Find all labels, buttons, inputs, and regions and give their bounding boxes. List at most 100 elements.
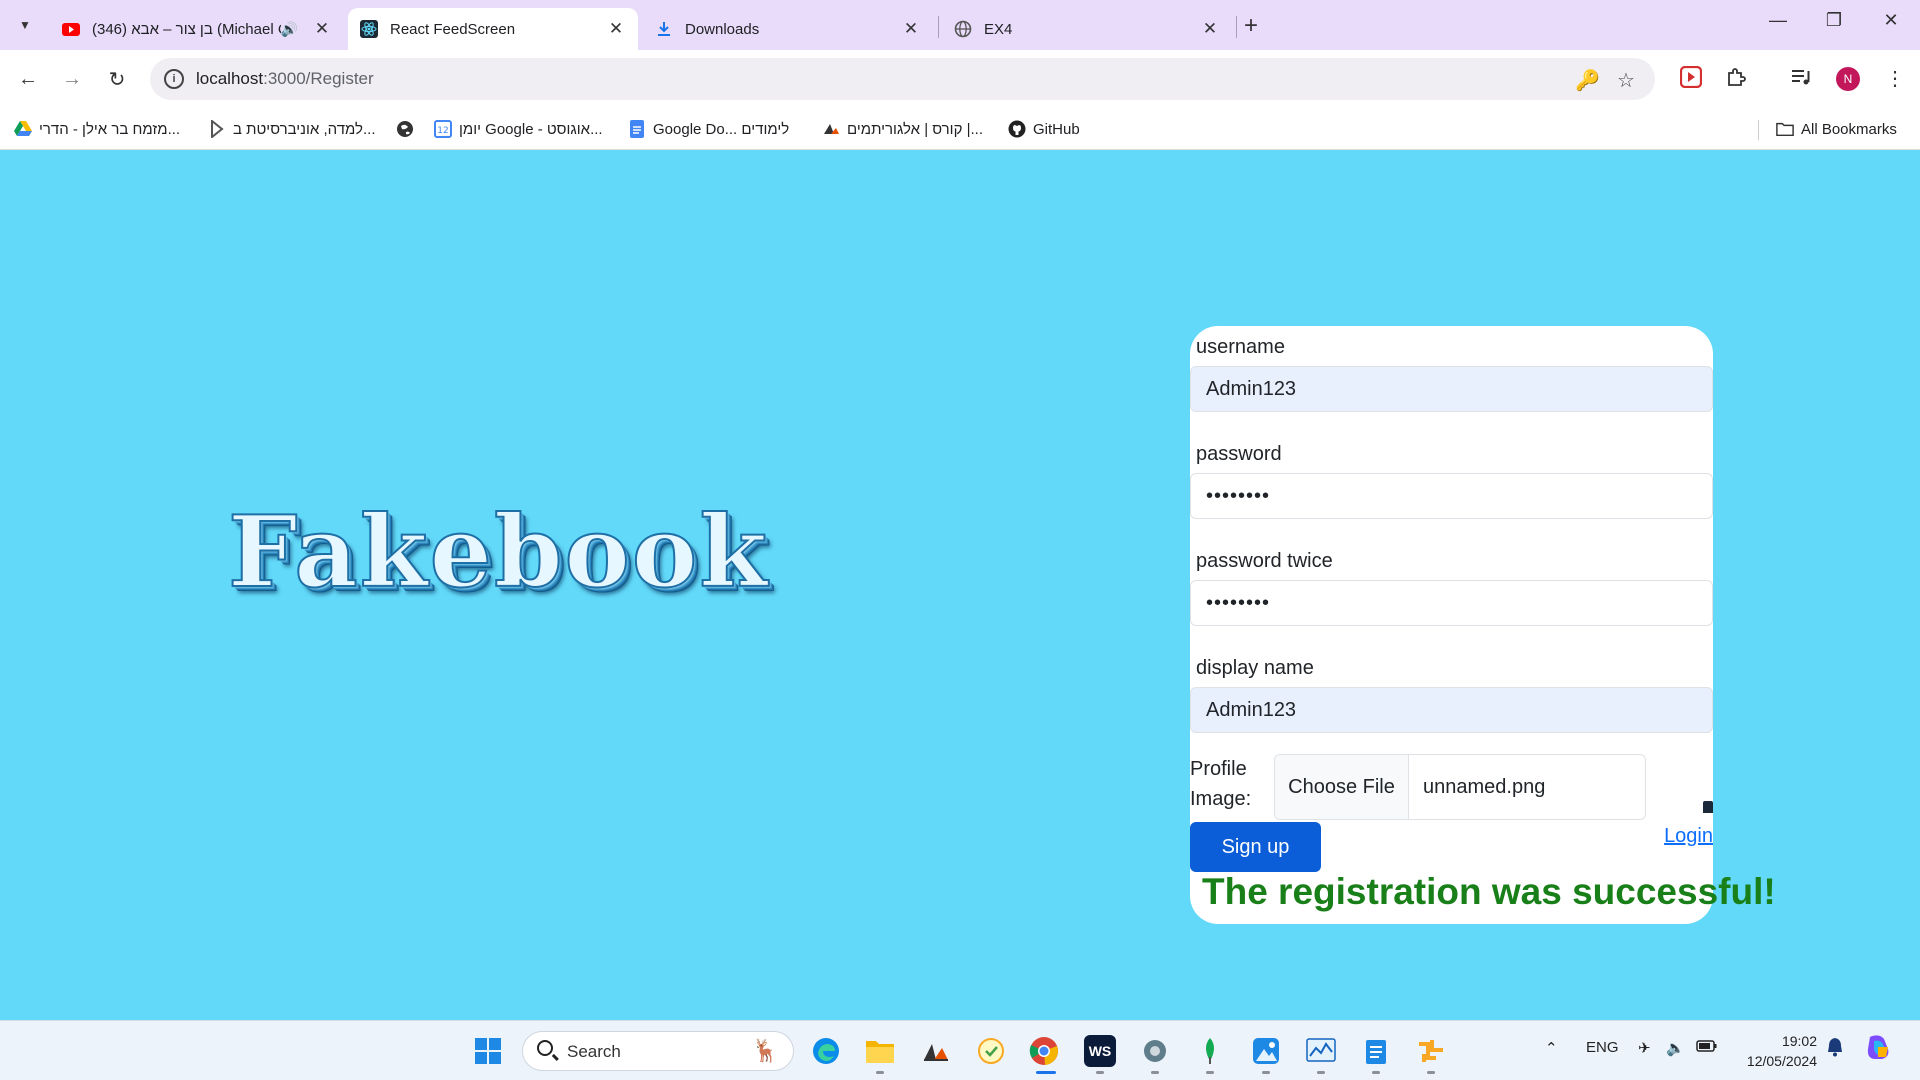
puzzle-icon[interactable] <box>1725 66 1747 94</box>
running-indicator <box>1372 1071 1380 1074</box>
tab-title: EX4 <box>984 20 1013 38</box>
settings-gear-icon[interactable] <box>1139 1035 1171 1067</box>
tab-strip: ▼ (346) בן צור – אבא (Michael Cohen 🔊 ✕ … <box>0 0 1920 50</box>
file-explorer-icon[interactable] <box>864 1035 896 1067</box>
chevron-up-icon[interactable]: ⌃ <box>1545 1039 1558 1057</box>
reload-button[interactable]: ↻ <box>102 64 132 94</box>
clock-app-icon[interactable] <box>975 1035 1007 1067</box>
close-icon[interactable]: ✕ <box>1200 19 1220 39</box>
active-indicator <box>1036 1071 1056 1074</box>
notification-bell-icon[interactable] <box>1826 1037 1844 1061</box>
language-indicator[interactable]: ENG <box>1586 1039 1619 1056</box>
close-icon[interactable]: ✕ <box>901 19 921 39</box>
bookmark-label: Google Do... לימודים <box>653 120 790 138</box>
display-name-field[interactable] <box>1190 687 1713 733</box>
tab-title: (346) בן צור – אבא (Michael Cohen <box>92 20 281 38</box>
kebab-menu-icon[interactable]: ⋮ <box>1885 66 1905 91</box>
chrome-icon[interactable] <box>1028 1035 1060 1067</box>
bookmark-item[interactable]: למדה, אוניברסיטת ב... <box>208 116 376 142</box>
react-icon <box>360 20 378 38</box>
running-indicator <box>1096 1071 1104 1074</box>
speaker-icon[interactable]: 🔊 <box>281 21 298 38</box>
restore-button[interactable]: ❐ <box>1814 10 1854 31</box>
running-indicator <box>1262 1071 1270 1074</box>
battery-icon[interactable] <box>1696 1039 1718 1057</box>
photos-icon[interactable] <box>1250 1035 1282 1067</box>
google-docs-icon <box>628 120 646 138</box>
copilot-icon[interactable] <box>1864 1033 1894 1067</box>
moodle-icon <box>208 120 226 138</box>
url-text[interactable]: localhost:3000/Register <box>196 69 374 89</box>
pipes-app-icon[interactable] <box>1415 1035 1447 1067</box>
key-icon[interactable]: 🔑 <box>1575 68 1600 93</box>
system-clock[interactable]: 19:02 12/05/2024 <box>1735 1031 1817 1071</box>
bookmark-item[interactable]: Google Do... לימודים <box>628 116 789 142</box>
bookmark-label: קורס | אלגוריתמים |... <box>847 120 984 138</box>
mongodb-icon[interactable] <box>1194 1035 1226 1067</box>
back-button[interactable]: ← <box>13 64 43 94</box>
bookmark-item[interactable] <box>396 116 421 142</box>
webstorm-icon[interactable]: WS <box>1084 1035 1116 1067</box>
media-control-icon[interactable] <box>1790 66 1812 94</box>
extension-red-icon[interactable] <box>1679 65 1703 94</box>
window-close-button[interactable]: ✕ <box>1871 10 1911 31</box>
tab-separator <box>1236 16 1237 38</box>
running-indicator <box>876 1071 884 1074</box>
register-form: username password password twice display… <box>1190 326 1776 924</box>
bookmark-item[interactable]: מזמח בר אילן - הדרי... <box>14 116 180 142</box>
app-icon-triangle[interactable] <box>920 1035 952 1067</box>
fakebook-logo: Fakebook <box>227 494 770 611</box>
google-drive-icon <box>14 120 32 138</box>
password-twice-field[interactable] <box>1190 580 1713 626</box>
sign-up-button[interactable]: Sign up <box>1190 822 1321 872</box>
choose-file-button[interactable]: Choose File <box>1275 755 1409 819</box>
download-icon <box>655 20 673 38</box>
file-name: unnamed.png <box>1423 775 1546 798</box>
tab-title: React FeedScreen <box>390 20 516 38</box>
star-icon[interactable]: ☆ <box>1617 68 1635 93</box>
all-bookmarks-button[interactable]: All Bookmarks <box>1776 116 1897 142</box>
tab-ex4[interactable]: EX4 ✕ <box>942 8 1232 50</box>
running-indicator <box>1206 1071 1214 1074</box>
profile-avatar[interactable]: N <box>1836 67 1860 91</box>
address-bar[interactable]: i localhost:3000/Register 🔑 ☆ <box>150 58 1655 100</box>
forward-button[interactable]: → <box>57 64 87 94</box>
bookmarks-separator <box>1758 120 1759 140</box>
tab-search-button[interactable]: ▼ <box>10 11 40 39</box>
tab-youtube[interactable]: (346) בן צור – אבא (Michael Cohen 🔊 ✕ <box>50 8 344 50</box>
minimize-button[interactable]: — <box>1758 10 1798 31</box>
username-field[interactable] <box>1190 366 1713 412</box>
globe-icon <box>396 120 414 138</box>
github-icon <box>1008 120 1026 138</box>
bookmark-label: מזמח בר אילן - הדרי... <box>39 120 181 138</box>
windows-start-icon[interactable] <box>472 1035 504 1067</box>
password-field[interactable] <box>1190 473 1713 519</box>
new-tab-button[interactable]: + <box>1244 12 1258 40</box>
login-link[interactable]: Login <box>1664 825 1713 848</box>
bookmark-item[interactable]: קורס | אלגוריתמים |... <box>822 116 983 142</box>
taskbar-search[interactable]: Search 🦌 <box>522 1031 794 1071</box>
close-icon[interactable]: ✕ <box>606 19 626 39</box>
running-indicator <box>1427 1071 1435 1074</box>
running-indicator <box>1317 1071 1325 1074</box>
notepad-icon[interactable] <box>1360 1035 1392 1067</box>
bookmark-item[interactable]: 12 יומן Google - אוגוסט... <box>434 116 603 142</box>
monitor-chart-icon[interactable] <box>1305 1035 1337 1067</box>
site-info-icon[interactable]: i <box>164 69 184 89</box>
bookmark-item[interactable]: GitHub <box>1008 116 1080 142</box>
edge-icon[interactable] <box>810 1035 842 1067</box>
url-host: localhost <box>196 69 264 88</box>
success-message: The registration was successful! <box>1202 871 1776 912</box>
airplane-mode-icon[interactable]: ✈ <box>1638 1039 1651 1057</box>
profile-image-input[interactable]: Choose File unnamed.png <box>1274 754 1646 820</box>
tab-react-feedscreen[interactable]: React FeedScreen ✕ <box>348 8 638 50</box>
all-bookmarks-label: All Bookmarks <box>1801 120 1897 138</box>
svg-text:12: 12 <box>437 126 448 136</box>
tab-title: Downloads <box>685 20 760 38</box>
close-icon[interactable]: ✕ <box>312 19 332 39</box>
tab-downloads[interactable]: Downloads ✕ <box>643 8 933 50</box>
course-icon <box>822 120 840 138</box>
volume-icon[interactable]: 🔈 <box>1666 1039 1685 1057</box>
display-name-label: display name <box>1196 657 1314 679</box>
bookmark-label: GitHub <box>1033 120 1080 138</box>
